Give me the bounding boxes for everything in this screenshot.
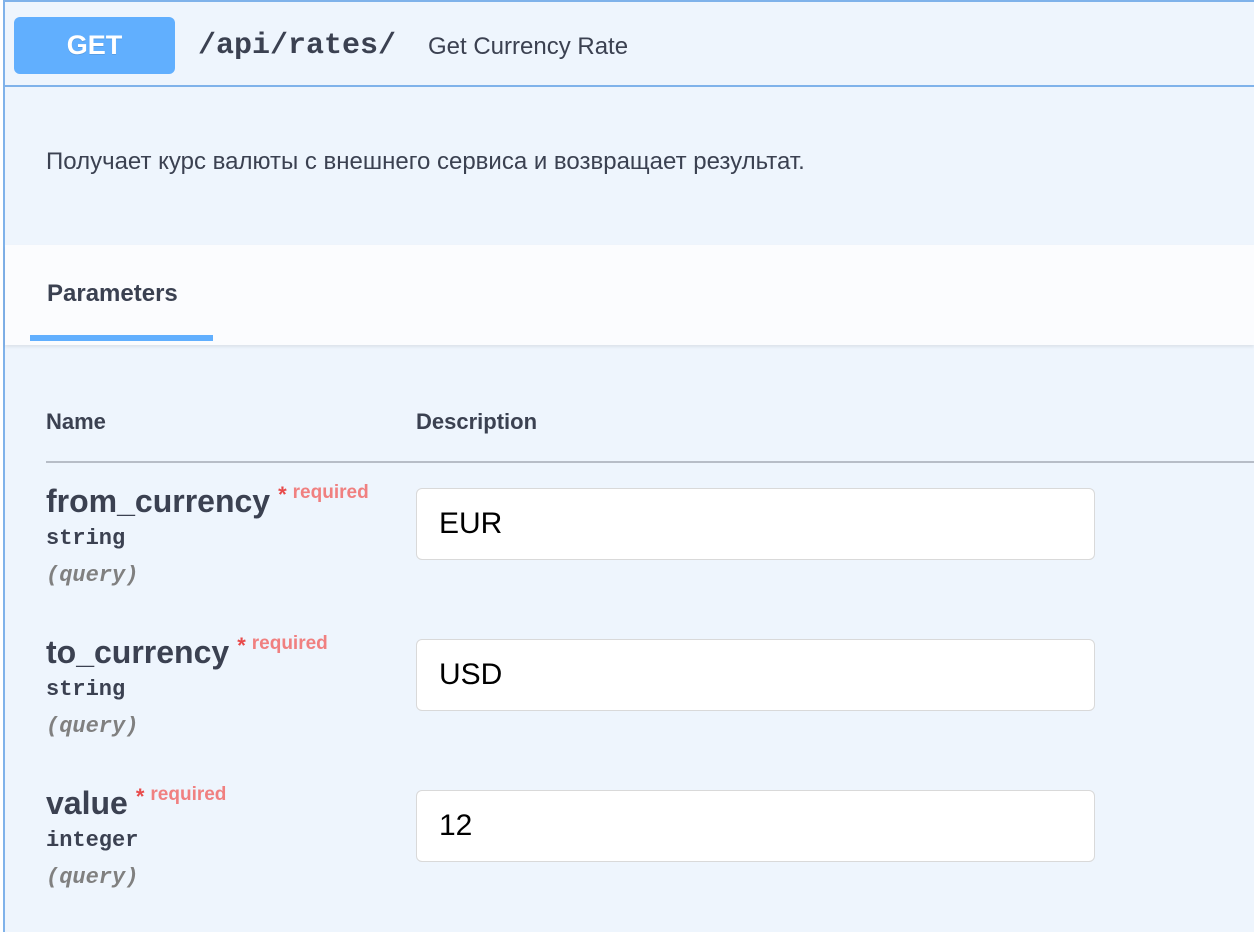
parameters-section-header: Parameters (5, 245, 1254, 345)
parameter-row-value: value * required integer (query) (46, 784, 1146, 914)
required-label: required (292, 482, 369, 503)
required-label: required (251, 633, 328, 654)
parameter-name-cell: value * required (46, 784, 226, 828)
required-asterisk: * (278, 482, 287, 507)
parameter-location: (query) (46, 865, 139, 890)
table-header-divider (46, 461, 1254, 463)
required-label: required (150, 784, 227, 805)
parameter-type: integer (46, 828, 139, 853)
column-header-name: Name (46, 409, 106, 434)
method-badge: GET (14, 17, 175, 74)
operation-description: Получает курс валюты с внешнего сервиса … (46, 148, 805, 175)
tab-parameters-label: Parameters (47, 280, 178, 307)
parameter-location: (query) (46, 714, 139, 739)
column-header-description: Description (416, 409, 538, 434)
parameter-location: (query) (46, 563, 139, 588)
endpoint-path: /api/rates/ (198, 29, 397, 63)
parameter-type: string (46, 526, 126, 551)
parameter-row-to-currency: to_currency * required string (query) (46, 633, 1146, 763)
operation-block: GET /api/rates/ Get Currency Rate Получа… (3, 0, 1254, 932)
to-currency-input[interactable] (416, 639, 1095, 711)
parameter-name-cell: from_currency * required (46, 482, 369, 526)
from-currency-input[interactable] (416, 488, 1095, 560)
value-input[interactable] (416, 790, 1095, 862)
parameter-name: from_currency (46, 483, 271, 519)
operation-summary[interactable]: GET /api/rates/ Get Currency Rate (5, 2, 1254, 87)
tab-parameters[interactable]: Parameters (30, 245, 213, 341)
parameter-name: to_currency (46, 634, 230, 670)
required-asterisk: * (135, 784, 145, 809)
parameter-name-cell: to_currency * required (46, 633, 328, 677)
parameter-name: value (46, 785, 128, 821)
parameter-type: string (46, 677, 126, 702)
operation-summary-text: Get Currency Rate (428, 33, 629, 60)
required-asterisk: * (237, 633, 246, 658)
parameter-row-from-currency: from_currency * required string (query) (46, 482, 1146, 612)
